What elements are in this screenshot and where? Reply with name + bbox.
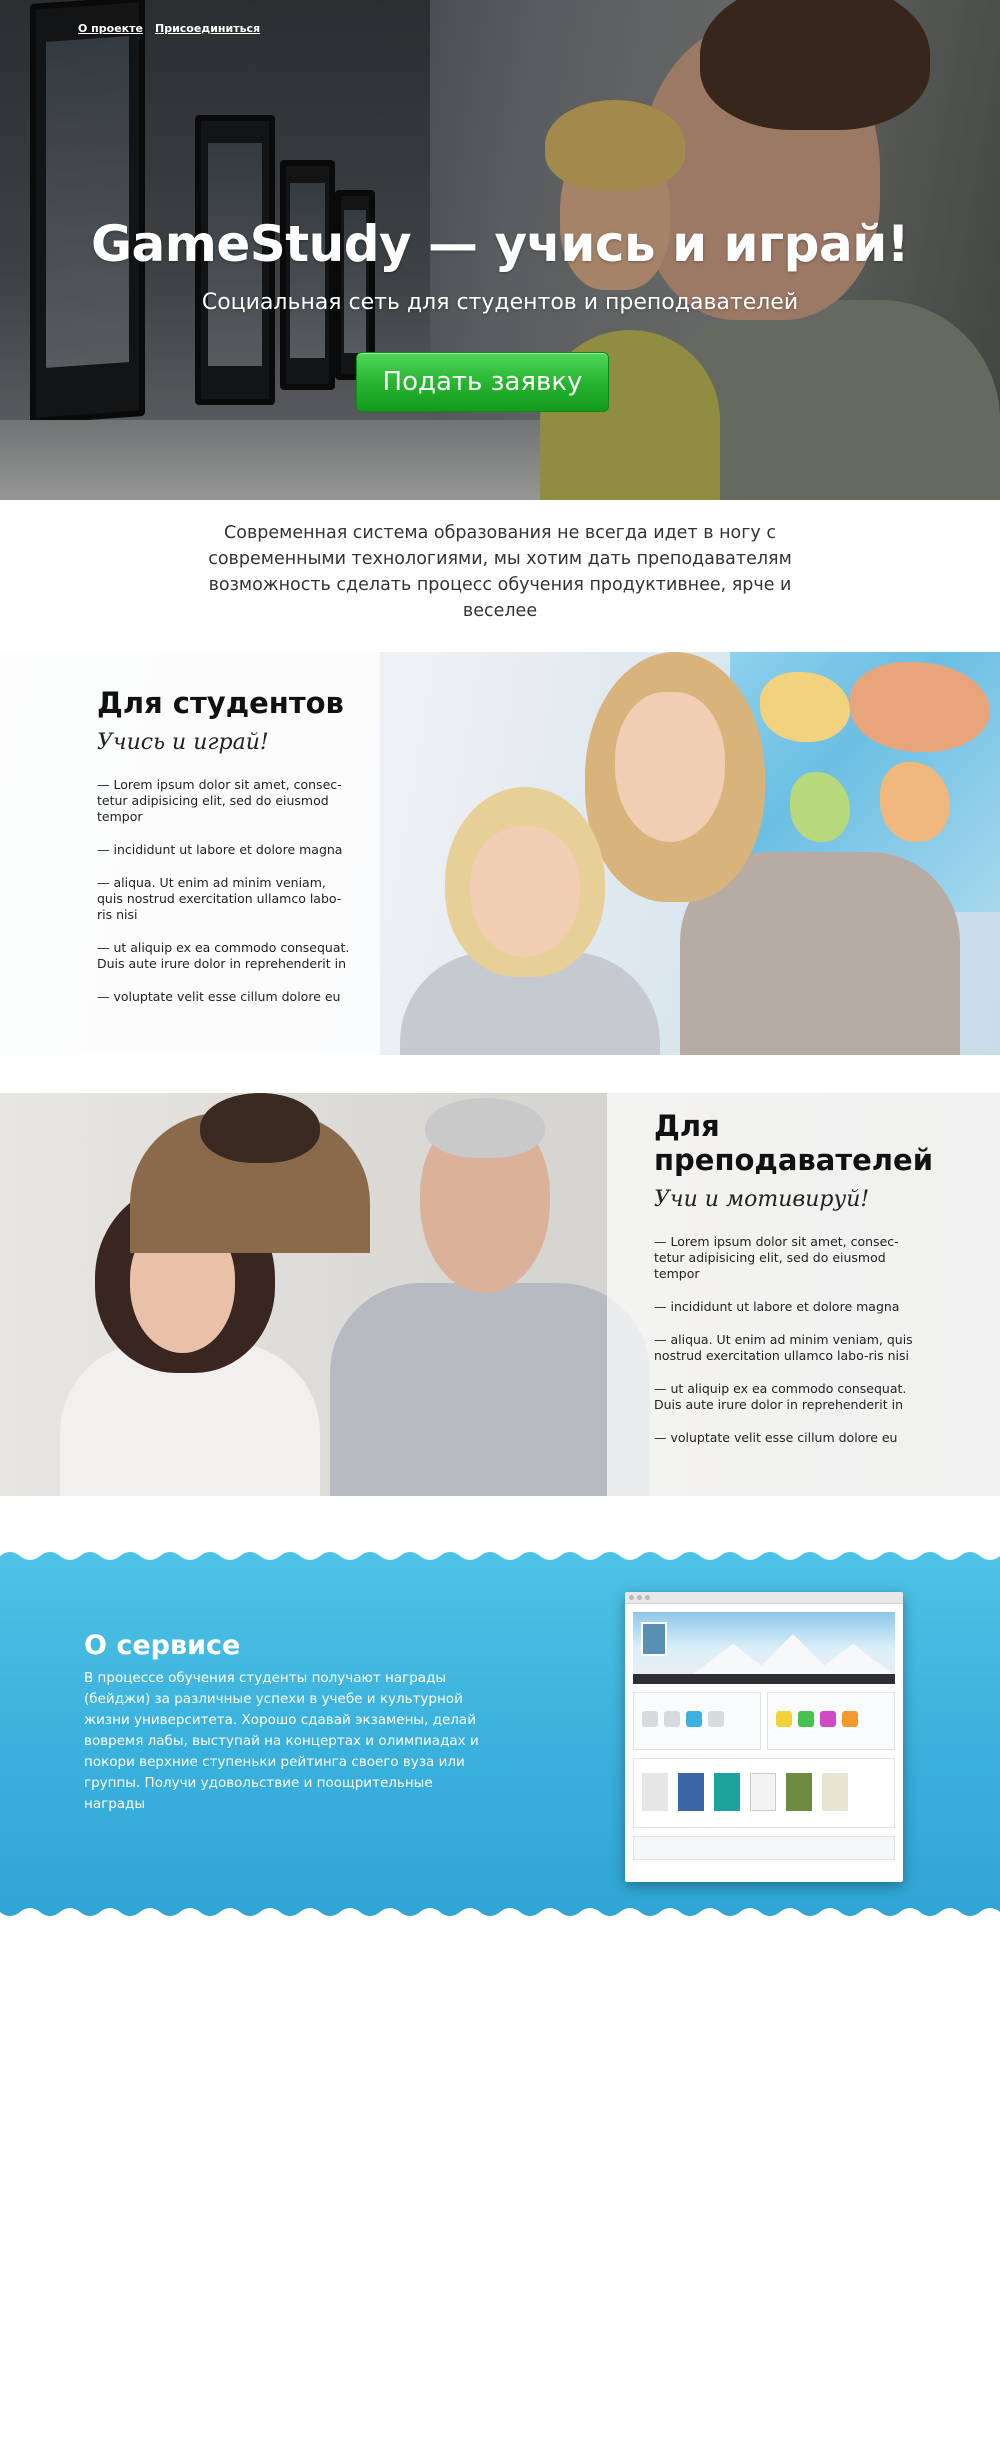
hero-subtitle: Социальная сеть для студентов и преподав… xyxy=(201,290,799,315)
service-text: В процессе обучения студенты получают на… xyxy=(84,1670,479,1812)
teachers-list: — Lorem ipsum dolor sit amet, consec-tet… xyxy=(654,1234,924,1446)
list-item: — ut aliquip ex ea commodo consequat. Du… xyxy=(97,940,350,971)
hero-section: О проекте Присоединиться GameStudy — учи… xyxy=(0,0,1000,500)
student-image xyxy=(200,1093,320,1163)
teachers-section: Для преподавателей Учи и мотивируй! — Lo… xyxy=(0,1093,1000,1496)
hero-title: GameStudy — учись и играй! xyxy=(90,215,910,273)
list-item: — Lorem ipsum dolor sit amet, consec-tet… xyxy=(654,1234,899,1281)
service-title: О сервисе xyxy=(84,1630,241,1661)
teachers-title: Для преподавателей xyxy=(654,1109,934,1177)
intro-text: Современная система образования не всегд… xyxy=(208,523,792,621)
students-content: Для студентов Учись и играй! — Lorem ips… xyxy=(97,686,352,1022)
list-item: — ut aliquip ex ea commodo consequat. Du… xyxy=(654,1381,907,1412)
list-item: — incididunt ut labore et dolore magna xyxy=(654,1299,900,1314)
teacher-image xyxy=(425,1098,545,1158)
service-section: О сервисе В процессе обучения студенты п… xyxy=(0,1550,1000,1918)
teachers-content: Для преподавателей Учи и мотивируй! — Lo… xyxy=(654,1109,934,1463)
teachers-tagline: Учи и мотивируй! xyxy=(654,1187,870,1212)
avatar xyxy=(641,1622,667,1656)
list-item: — Lorem ipsum dolor sit amet, consec-tet… xyxy=(97,777,342,824)
students-title: Для студентов xyxy=(97,686,344,720)
student-image xyxy=(615,692,725,842)
teacher-image xyxy=(330,1283,650,1496)
students-section: Для студентов Учись и играй! — Lorem ips… xyxy=(0,652,1000,1055)
wave-bottom-divider xyxy=(0,1908,1000,1918)
nav-link-join[interactable]: Присоединиться xyxy=(155,22,260,35)
intro-section: Современная система образования не всегд… xyxy=(0,520,1000,624)
app-screenshot-image xyxy=(625,1592,903,1882)
nav-link-about[interactable]: О проекте xyxy=(78,22,143,35)
apply-button[interactable]: Подать заявку xyxy=(356,352,609,412)
list-item: — incididunt ut labore et dolore magna xyxy=(97,842,343,857)
list-item: — voluptate velit esse cillum dolore eu xyxy=(654,1430,898,1445)
students-tagline: Учись и играй! xyxy=(97,730,269,755)
wave-top-divider xyxy=(0,1550,1000,1560)
list-item: — aliqua. Ut enim ad minim veniam, quis … xyxy=(97,875,342,922)
top-nav: О проекте Присоединиться xyxy=(78,22,260,35)
list-item: — aliqua. Ut enim ad minim veniam, quis … xyxy=(654,1332,913,1363)
list-item: — voluptate velit esse cillum dolore eu xyxy=(97,989,341,1004)
students-list: — Lorem ipsum dolor sit amet, consec-tet… xyxy=(97,777,352,1005)
student-image xyxy=(470,827,580,957)
